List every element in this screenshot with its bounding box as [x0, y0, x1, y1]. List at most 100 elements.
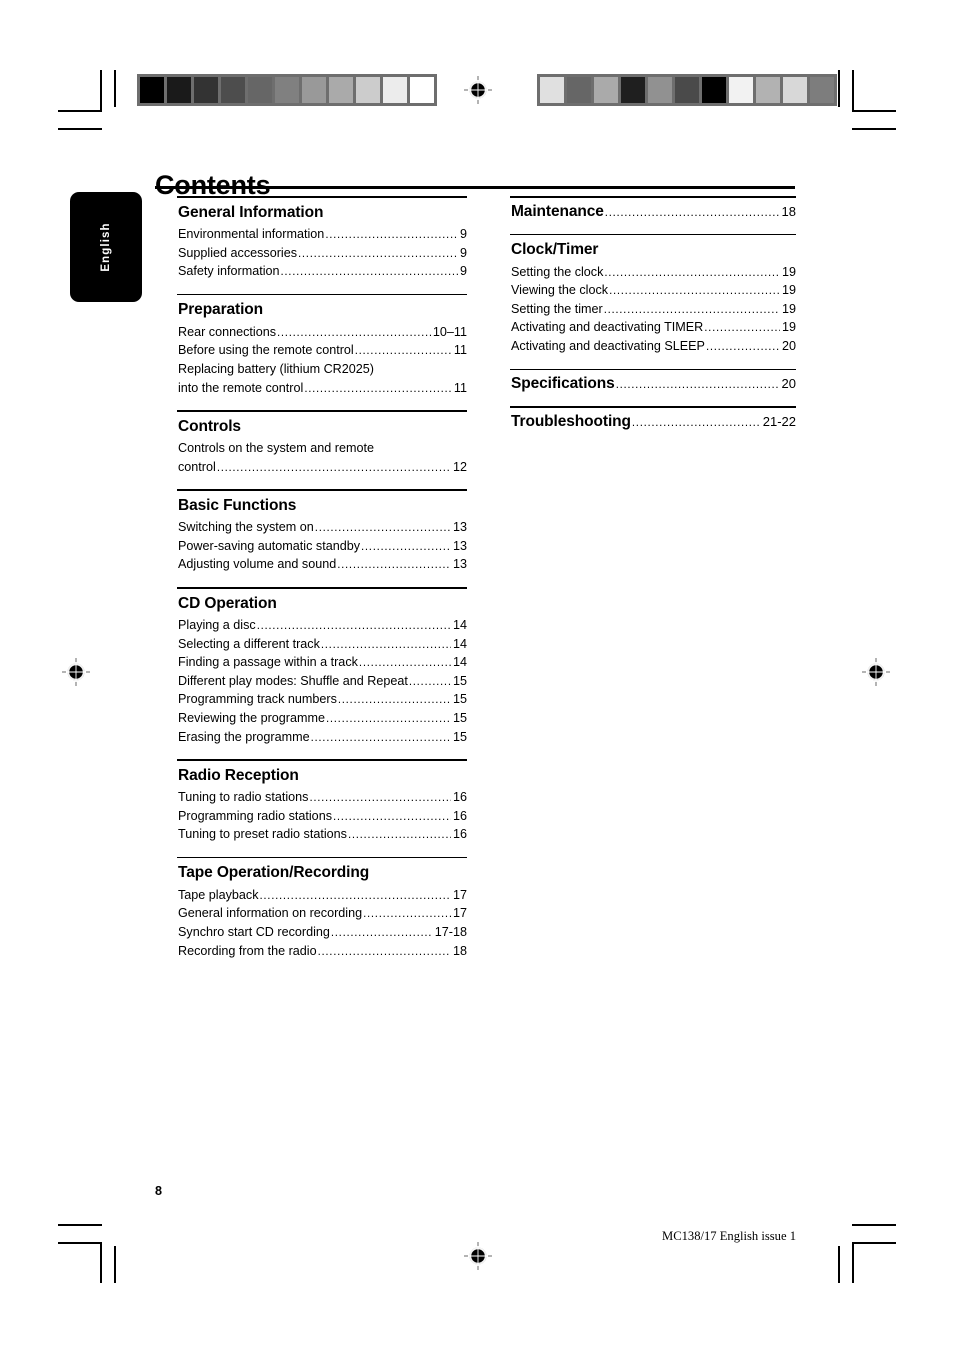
toc-entry[interactable]: Safety information......................… [178, 262, 467, 281]
toc-section-heading: Tape Operation/Recording [178, 864, 370, 882]
toc-entry[interactable]: Different play modes: Shuffle and Repeat… [178, 672, 467, 691]
toc-entry[interactable]: Tape playback...........................… [178, 886, 467, 905]
toc-entry[interactable]: Tuning to radio stations................… [178, 788, 467, 807]
toc-entry[interactable]: Supplied accessories....................… [178, 244, 467, 263]
toc-entry[interactable]: Synchro start CD recording..............… [178, 923, 467, 942]
toc-entry[interactable]: Tuning to preset radio stations.........… [178, 825, 467, 844]
toc-section-heading: CD Operation [178, 594, 277, 612]
calibration-swatch [540, 77, 564, 103]
crop-mark-top-right-vertical [852, 70, 854, 111]
toc-section-rule [177, 489, 467, 491]
dot-leader: ........................................… [631, 417, 761, 429]
toc-page-number: 15 [452, 673, 467, 688]
toc-entry[interactable]: Setting the clock.......................… [511, 263, 796, 282]
toc-entry[interactable]: Setting the timer.......................… [511, 300, 796, 319]
toc-entry[interactable]: Viewing the clock.......................… [511, 281, 796, 300]
registration-target-icon-left [62, 658, 90, 686]
toc-entry[interactable]: Playing a disc..........................… [178, 616, 467, 635]
dot-leader: ........................................… [615, 380, 780, 392]
dot-leader: ........................................… [259, 890, 451, 902]
toc-entry[interactable]: Controls on the system and remote [178, 439, 467, 458]
calibration-swatch [729, 77, 753, 103]
toc-entry[interactable]: General information on recording........… [178, 904, 467, 923]
toc-column-right: Maintenance.............................… [510, 196, 796, 444]
toc-entry[interactable]: Power-saving automatic standby..........… [178, 537, 467, 556]
toc-section-heading-row[interactable]: Maintenance.............................… [511, 203, 796, 221]
toc-entry-label: Activating and deactivating TIMER [511, 320, 704, 335]
toc-entry-label: Finding a passage within a track [178, 655, 358, 670]
toc-entry[interactable]: Selecting a different track.............… [178, 635, 467, 654]
toc-entry-label: Tape playback [178, 887, 259, 902]
language-tab-english[interactable]: English [70, 192, 142, 302]
toc-section: Tape Operation/Recording Tape playback...… [177, 856, 467, 961]
toc-page-number: 9 [459, 245, 467, 260]
title-rule-divider [155, 186, 795, 189]
toc-entry-label: Reviewing the programme [178, 710, 325, 725]
toc-entry[interactable]: Environmental information...............… [178, 225, 467, 244]
toc-section-heading: Basic Functions [178, 496, 297, 514]
toc-entry[interactable]: Activating and deactivating TIMER.......… [511, 318, 796, 337]
dot-leader: ........................................… [309, 793, 451, 805]
toc-entry[interactable]: Erasing the programme...................… [178, 728, 467, 747]
toc-entry-label: Programming track numbers [178, 692, 337, 707]
dot-leader: ........................................… [705, 341, 780, 353]
dot-leader: ........................................… [604, 267, 780, 279]
toc-entry[interactable]: Before using the remote control.........… [178, 341, 467, 360]
registration-target-icon-bottom [464, 1242, 492, 1270]
toc-entry-label: Synchro start CD recording [178, 925, 330, 940]
toc-section: Maintenance.............................… [510, 196, 796, 221]
registration-target-icon-right [862, 658, 890, 686]
toc-section: Specifications..........................… [510, 368, 796, 394]
toc-entry-label: Setting the timer [511, 301, 603, 316]
dot-leader: ........................................… [358, 658, 451, 670]
dot-leader: ........................................… [310, 732, 451, 744]
toc-section: CD Operation Playing a disc..............… [177, 587, 467, 746]
calibration-swatch [621, 77, 645, 103]
crop-mark-top-left-tick [114, 70, 116, 107]
toc-entry-label: Before using the remote control [178, 343, 354, 358]
toc-entry[interactable]: into the remote control.................… [178, 379, 467, 398]
toc-entry[interactable]: Adjusting volume and sound..............… [178, 555, 467, 574]
dot-leader: ........................................… [256, 620, 451, 632]
calibration-swatch [410, 77, 434, 103]
toc-section-rule [177, 410, 467, 412]
dot-leader: ........................................… [317, 946, 451, 958]
toc-page-number: 18 [452, 943, 467, 958]
calibration-swatch [756, 77, 780, 103]
toc-section-heading-row[interactable]: Troubleshooting.........................… [511, 413, 796, 431]
crop-mark-top-right-horizontal [852, 110, 896, 112]
grayscale-calibration-wedge-right [537, 74, 837, 106]
toc-section-heading: Controls [178, 417, 241, 435]
toc-page-number: 15 [452, 692, 467, 707]
dot-leader: ........................................… [609, 286, 780, 298]
crop-mark-top-left-horizontal [58, 110, 102, 112]
calibration-swatch [594, 77, 618, 103]
toc-entry[interactable]: Programming track numbers...............… [178, 690, 467, 709]
toc-section-rule [510, 406, 796, 408]
crop-mark-top-left-bleed [58, 128, 102, 130]
toc-entry[interactable]: Reviewing the programme.................… [178, 709, 467, 728]
dot-leader: ........................................… [298, 248, 458, 260]
toc-entry[interactable]: Programming radio stations..............… [178, 807, 467, 826]
toc-entry[interactable]: Replacing battery (lithium CR2025) [178, 360, 467, 379]
toc-entry-label: Tuning to radio stations [178, 790, 309, 805]
toc-page-number: 14 [452, 655, 467, 670]
dot-leader: ........................................… [604, 207, 780, 219]
calibration-swatch [329, 77, 353, 103]
toc-entry[interactable]: Finding a passage within a track........… [178, 653, 467, 672]
toc-entry-label: Switching the system on [178, 520, 314, 535]
toc-section-heading-row[interactable]: Specifications..........................… [511, 375, 796, 393]
toc-entry[interactable]: Recording from the radio................… [178, 942, 467, 961]
calibration-swatch [702, 77, 726, 103]
calibration-swatch [221, 77, 245, 103]
toc-entry[interactable]: control.................................… [178, 458, 467, 477]
toc-section-rule [177, 196, 467, 198]
toc-column-left: General Information Environmental informa… [177, 196, 467, 973]
crop-mark-bottom-right-vertical [852, 1242, 854, 1283]
toc-entry[interactable]: Activating and deactivating SLEEP.......… [511, 337, 796, 356]
page-number: 8 [155, 1184, 163, 1198]
toc-entry[interactable]: Switching the system on.................… [178, 518, 467, 537]
toc-entry[interactable]: Rear connections........................… [178, 323, 467, 342]
dot-leader: ........................................… [326, 713, 451, 725]
toc-section: Troubleshooting.........................… [510, 406, 796, 431]
